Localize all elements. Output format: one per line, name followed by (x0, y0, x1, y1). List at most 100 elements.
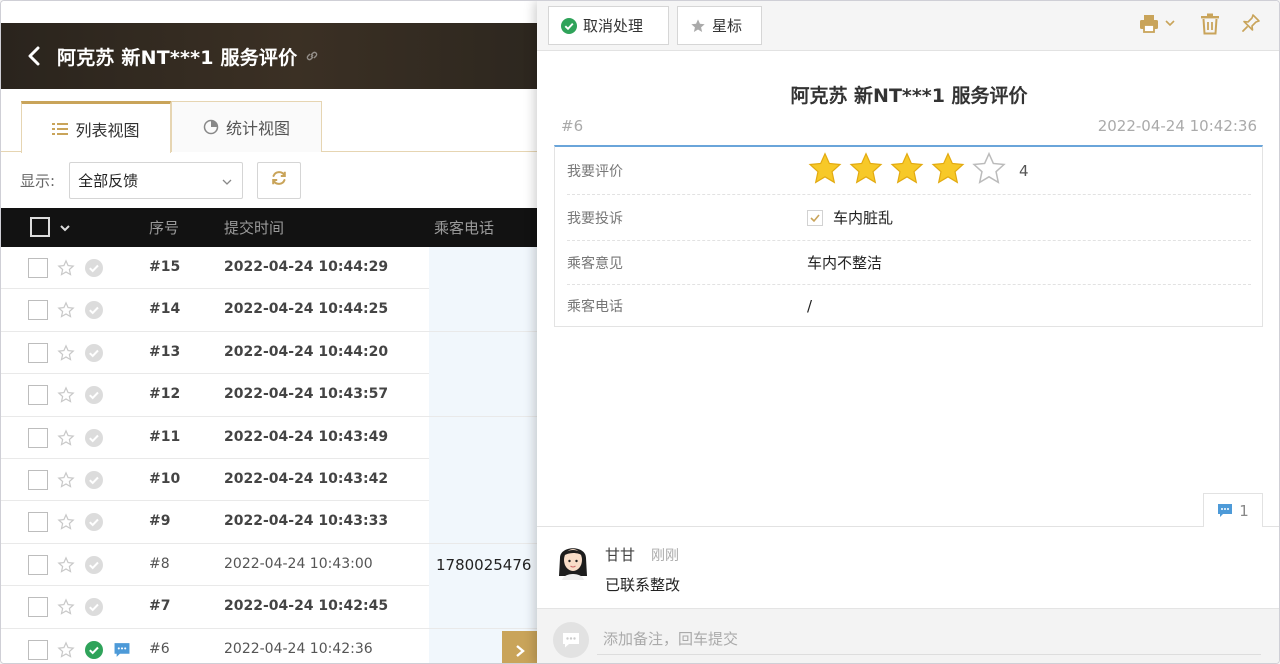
tab-label: 列表视图 (75, 120, 140, 140)
row-checkbox[interactable] (28, 385, 48, 406)
row-seq: #8 (149, 555, 170, 572)
row-checkbox[interactable] (28, 300, 48, 321)
note-input[interactable] (597, 623, 1261, 655)
table-row[interactable]: #9 2022-04-24 10:43:33 (1, 501, 537, 544)
table-row[interactable]: #11 2022-04-24 10:43:49 (1, 416, 537, 459)
refresh-icon (270, 169, 288, 191)
tab-stats-view[interactable]: 统计视图 (171, 101, 322, 152)
chevron-down-icon[interactable] (59, 208, 71, 247)
view-tabs: 列表视图 统计视图 (1, 101, 537, 153)
column-header-time[interactable]: 提交时间 (224, 208, 284, 247)
table-row[interactable]: #15 2022-04-24 10:44:29 (1, 247, 537, 290)
column-header-phone[interactable]: 乘客电话 (434, 208, 494, 247)
row-time: 2022-04-24 10:42:36 (224, 640, 373, 657)
rating-number: 4 (1019, 161, 1029, 180)
row-checkbox[interactable] (28, 342, 48, 363)
row-seq: #10 (149, 470, 181, 487)
field-phone: 乘客电话 / (567, 285, 1251, 327)
back-icon[interactable] (23, 45, 45, 67)
field-opinion: 乘客意见 车内不整洁 (567, 241, 1251, 285)
row-time: 2022-04-24 10:43:33 (224, 513, 389, 530)
open-detail-arrow-icon[interactable] (502, 630, 537, 663)
star-outline-icon[interactable] (57, 556, 75, 574)
processed-check-icon[interactable] (85, 470, 103, 489)
star-empty-icon[interactable] (971, 151, 1007, 191)
refresh-button[interactable] (257, 161, 302, 199)
table-row[interactable]: #13 2022-04-24 10:44:20 (1, 331, 537, 375)
table-row[interactable]: #10 2022-04-24 10:43:42 (1, 458, 537, 502)
trash-icon[interactable] (1200, 13, 1220, 35)
row-time: 2022-04-24 10:43:00 (224, 555, 373, 572)
star-filled-icon[interactable] (807, 151, 843, 191)
tab-list-view[interactable]: 列表视图 (21, 101, 171, 153)
star-outline-icon[interactable] (57, 598, 75, 616)
row-time: 2022-04-24 10:44:29 (224, 259, 389, 275)
row-checkbox[interactable] (28, 258, 48, 278)
star-outline-icon[interactable] (57, 344, 75, 362)
detail-id: #6 (561, 117, 584, 135)
table-row[interactable]: #7 2022-04-24 10:42:45 (1, 586, 537, 629)
processed-check-icon[interactable] (85, 513, 103, 532)
row-checkbox[interactable] (28, 639, 48, 660)
link-icon[interactable] (305, 49, 319, 63)
comment-icon (113, 642, 131, 658)
row-phone (429, 416, 537, 459)
star-outline-icon[interactable] (57, 386, 75, 404)
star-filled-icon[interactable] (848, 151, 884, 191)
table-row[interactable]: #6 2022-04-24 10:42:36 (1, 628, 537, 663)
star-rating[interactable] (807, 151, 1007, 191)
row-checkbox[interactable] (28, 512, 48, 533)
comments-tab[interactable]: 1 (1203, 493, 1263, 527)
row-checkbox[interactable] (28, 554, 48, 575)
processed-check-icon[interactable] (85, 555, 103, 574)
row-seq: #14 (149, 301, 181, 318)
processed-check-icon[interactable] (85, 259, 103, 277)
star-outline-icon[interactable] (57, 640, 75, 659)
feedback-detail-pane: 取消处理 星标 阿克苏 新NT***1 服务评价 #6 2022-04-24 1… (537, 1, 1279, 663)
filter-bar: 显示: 全部反馈 (1, 161, 537, 199)
column-header-seq[interactable]: 序号 (149, 208, 179, 247)
star-outline-icon[interactable] (57, 259, 75, 277)
check-circle-icon (561, 17, 577, 34)
page-title: 阿克苏 新NT***1 服务评价 (57, 46, 298, 69)
chevron-down-icon[interactable] (1165, 20, 1175, 27)
row-checkbox[interactable] (28, 469, 48, 490)
star-outline-icon[interactable] (57, 513, 75, 531)
star-outline-icon[interactable] (57, 471, 75, 489)
processed-check-icon[interactable] (85, 640, 103, 659)
comment-count: 1 (1239, 501, 1249, 520)
processed-check-icon[interactable] (85, 343, 103, 362)
row-phone (429, 501, 537, 544)
table-row[interactable]: #14 2022-04-24 10:44:25 (1, 289, 537, 332)
row-seq: #7 (149, 598, 171, 615)
processed-check-icon[interactable] (85, 428, 103, 447)
star-button[interactable]: 星标 (677, 6, 762, 45)
cancel-processing-button[interactable]: 取消处理 (548, 6, 669, 45)
filter-select[interactable]: 全部反馈 (69, 161, 244, 199)
field-value: / (807, 297, 813, 315)
table-row[interactable]: #12 2022-04-24 10:43:57 (1, 374, 537, 417)
comment-text: 已联系整改 (605, 576, 681, 594)
detail-date: 2022-04-24 10:42:36 (1097, 117, 1257, 135)
feedback-table-body: #15 2022-04-24 10:44:29 #14 2022-04-24 10:4… (1, 247, 537, 663)
row-checkbox[interactable] (28, 597, 48, 618)
checkbox-checked-icon[interactable] (807, 209, 823, 226)
select-all-checkbox[interactable] (30, 217, 50, 237)
table-row[interactable]: #8 2022-04-24 10:43:00 1780025476 (1, 543, 537, 587)
star-outline-icon[interactable] (57, 301, 75, 319)
processed-check-icon[interactable] (85, 598, 103, 617)
table-header: 序号 提交时间 乘客电话 (1, 208, 537, 247)
field-value: 车内脏乱 (807, 207, 893, 228)
star-outline-icon[interactable] (57, 428, 75, 447)
star-filled-icon[interactable] (889, 151, 925, 191)
complaint-option-label: 车内脏乱 (833, 209, 894, 227)
processed-check-icon[interactable] (85, 301, 103, 320)
field-label: 乘客意见 (567, 255, 623, 272)
row-seq: #13 (149, 343, 181, 360)
star-filled-icon[interactable] (930, 151, 966, 191)
row-time: 2022-04-24 10:44:20 (224, 343, 389, 360)
row-checkbox[interactable] (28, 427, 48, 448)
print-icon[interactable] (1138, 13, 1160, 35)
pin-icon[interactable] (1241, 13, 1261, 33)
processed-check-icon[interactable] (85, 386, 103, 405)
